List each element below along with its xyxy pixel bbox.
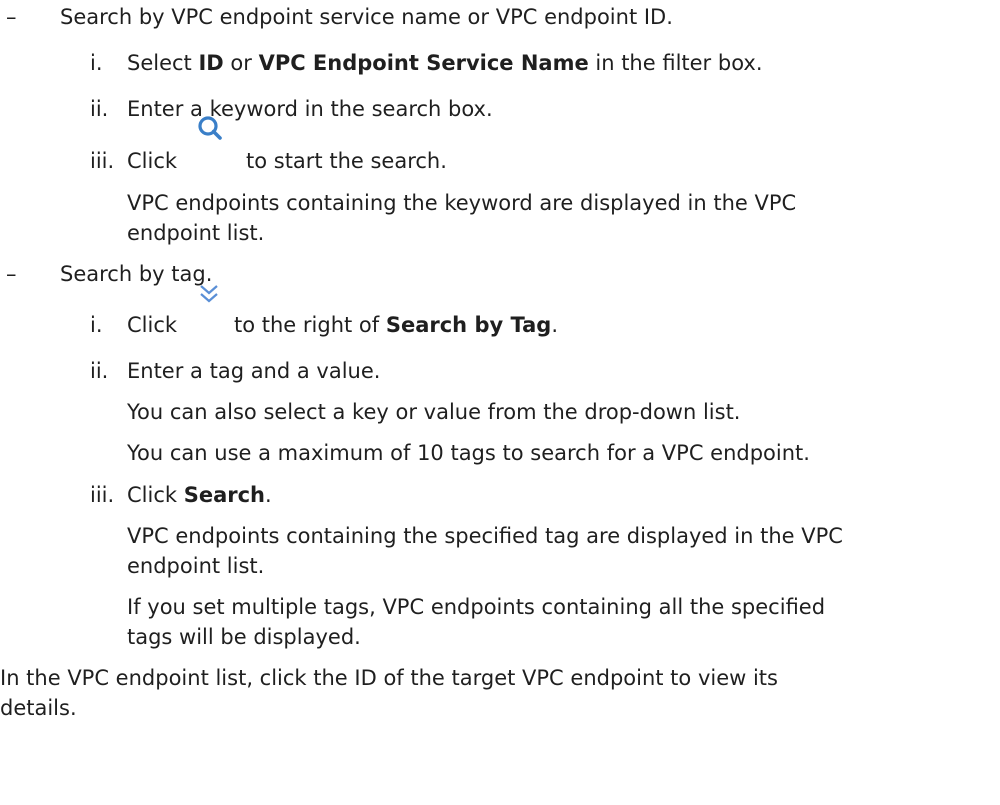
step-click-search-icon: Click xyxy=(127,149,178,173)
multi-tag-note-cont: tags will be displayed. xyxy=(127,625,361,649)
bullet-dash: – xyxy=(6,262,17,286)
final-paragraph-cont: details. xyxy=(0,696,77,720)
step-enter-tag: Enter a tag and a value. xyxy=(127,359,381,383)
result-note: VPC endpoints containing the keyword are… xyxy=(127,191,797,215)
step-select-filter: Select ID or VPC Endpoint Service Name i… xyxy=(127,51,763,75)
step-number: ii. xyxy=(90,359,109,383)
final-paragraph: In the VPC endpoint list, click the ID o… xyxy=(0,666,778,690)
tag-limit-note: You can use a maximum of 10 tags to sear… xyxy=(127,441,810,465)
double-chevron-down-icon xyxy=(200,285,218,303)
multi-tag-note: If you set multiple tags, VPC endpoints … xyxy=(127,595,826,619)
bullet-search-by-name: Search by VPC endpoint service name or V… xyxy=(60,5,673,29)
bullet-search-by-tag: Search by tag. xyxy=(60,262,213,286)
document-body: – Search by VPC endpoint service name or… xyxy=(0,0,1000,805)
tag-note: You can also select a key or value from … xyxy=(127,400,741,424)
search-icon xyxy=(198,116,222,140)
step-number: ii. xyxy=(90,97,109,121)
step-click-search-suffix: to start the search. xyxy=(246,149,447,173)
step-number: iii. xyxy=(90,149,115,173)
step-number: i. xyxy=(90,313,103,337)
bullet-dash: – xyxy=(6,5,17,29)
result-note-cont: endpoint list. xyxy=(127,554,265,578)
result-note: VPC endpoints containing the specified t… xyxy=(127,524,843,548)
step-click-expand: Click xyxy=(127,313,178,337)
step-number: i. xyxy=(90,51,103,75)
step-number: iii. xyxy=(90,483,115,507)
step-click-search: Click Search. xyxy=(127,483,272,507)
step-enter-keyword: Enter a keyword in the search box. xyxy=(127,97,493,121)
step-click-expand-suffix: to the right of Search by Tag. xyxy=(234,313,558,337)
result-note-cont: endpoint list. xyxy=(127,221,265,245)
